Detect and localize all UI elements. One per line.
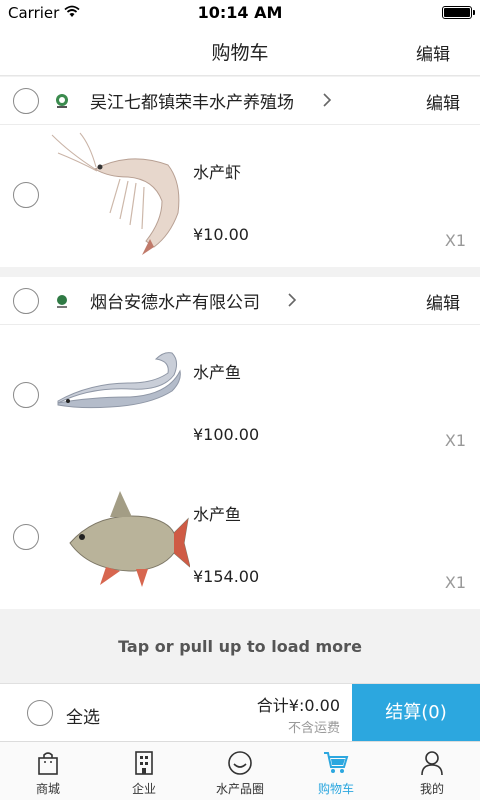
- cart-item[interactable]: 水产鱼 ¥154.00 X1: [0, 467, 480, 609]
- shop-header: 烟台安德水产有限公司 编辑: [0, 277, 480, 325]
- total-amount: 合计¥:0.00: [256, 696, 340, 715]
- eel-image: [57, 352, 181, 409]
- item-select-radio[interactable]: [13, 182, 39, 208]
- select-all-label[interactable]: 全选: [66, 703, 100, 728]
- cart-item[interactable]: 水产虾 ¥10.00 X1: [0, 125, 480, 267]
- tab-company[interactable]: 企业: [96, 742, 192, 800]
- item-name: 水产虾: [193, 163, 242, 182]
- tab-label: 企业: [131, 782, 156, 796]
- smiley-icon: [228, 751, 252, 775]
- item-name: 水产鱼: [193, 363, 242, 382]
- shipping-note: 不含运费: [287, 721, 340, 736]
- shop-select-radio[interactable]: [13, 288, 39, 314]
- item-quantity: X1: [444, 573, 466, 592]
- item-select-radio[interactable]: [13, 524, 39, 550]
- shop-edit-button[interactable]: 编辑: [426, 89, 460, 114]
- bag-icon: [38, 752, 58, 775]
- tab-mall[interactable]: 商城: [0, 742, 96, 800]
- tab-label: 购物车: [317, 782, 354, 796]
- section-divider: [0, 267, 480, 277]
- fish-image: [69, 491, 190, 587]
- tab-aquatic-circle[interactable]: 水产品圈: [192, 742, 288, 800]
- building-icon: [135, 751, 153, 775]
- clock: 10:14 AM: [197, 3, 283, 22]
- tab-cart[interactable]: 购物车: [288, 742, 384, 800]
- shop-name[interactable]: 吴江七都镇荣丰水产养殖场: [90, 88, 294, 113]
- item-quantity: X1: [444, 231, 466, 250]
- checkout-button[interactable]: 结算(0): [352, 684, 480, 742]
- item-price: ¥154.00: [193, 567, 260, 586]
- item-select-radio[interactable]: [13, 382, 39, 408]
- cart-icon: [324, 752, 349, 773]
- checkout-bar: 全选 合计¥:0.00 不含运费 结算(0): [0, 683, 480, 742]
- shop-select-radio[interactable]: [13, 88, 39, 114]
- shrimp-image: [51, 132, 180, 255]
- nav-bar: 购物车 编辑: [0, 26, 480, 76]
- edit-button[interactable]: 编辑: [416, 40, 450, 65]
- item-price: ¥10.00: [193, 225, 249, 244]
- page-title: 购物车: [211, 42, 269, 64]
- tab-label: 水产品圈: [215, 782, 264, 796]
- item-quantity: X1: [444, 431, 466, 450]
- status-bar: Carrier 10:14 AM: [0, 0, 480, 26]
- person-icon: [421, 751, 443, 776]
- shop-logo-icon: [56, 94, 68, 108]
- load-more-label[interactable]: Tap or pull up to load more: [0, 609, 480, 683]
- item-name: 水产鱼: [193, 505, 242, 524]
- select-all-radio[interactable]: [27, 700, 53, 726]
- tab-bar: 商城 企业 水产品圈 购物车 我的: [0, 741, 480, 800]
- chevron-right-icon[interactable]: [322, 92, 332, 108]
- tab-label: 商城: [35, 782, 60, 796]
- tab-mine[interactable]: 我的: [384, 742, 480, 800]
- cart-item[interactable]: 水产鱼 ¥100.00 X1: [0, 325, 480, 467]
- chevron-right-icon[interactable]: [287, 292, 297, 308]
- item-price: ¥100.00: [193, 425, 260, 444]
- battery-icon: [442, 6, 475, 19]
- shop-logo-icon: [57, 295, 67, 308]
- shop-header: 吴江七都镇荣丰水产养殖场 编辑: [0, 77, 480, 125]
- shop-name[interactable]: 烟台安德水产有限公司: [90, 288, 260, 313]
- shop-edit-button[interactable]: 编辑: [426, 289, 460, 314]
- cart-list[interactable]: 吴江七都镇荣丰水产养殖场 编辑 水产虾 ¥10.00 X1 烟台安德水产有限公司: [0, 77, 480, 683]
- tab-label: 我的: [419, 782, 444, 796]
